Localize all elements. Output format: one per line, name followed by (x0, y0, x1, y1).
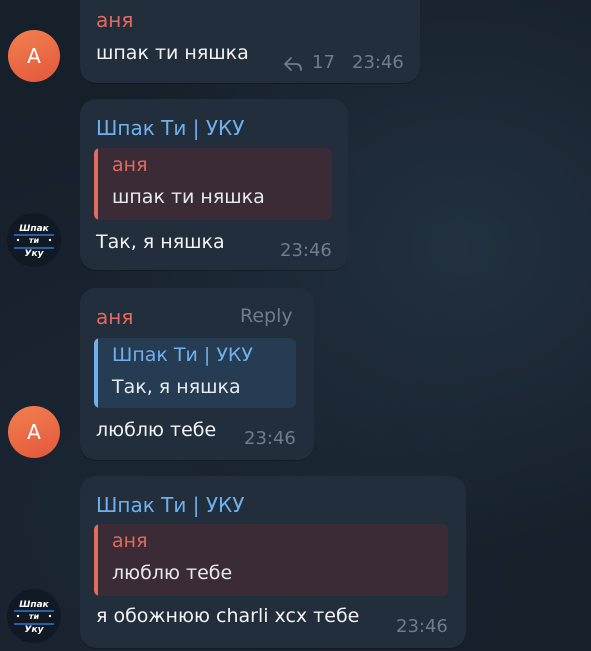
quote-author: аня (112, 530, 148, 552)
quote-author: аня (112, 154, 148, 176)
avatar-logo[interactable]: Шпак ти Уку (6, 588, 62, 644)
quote-text: шпак ти няшка (112, 186, 265, 208)
message-text: я обожнюю charli xcx тебе (96, 605, 360, 627)
logo-line-1: Шпак (19, 224, 49, 234)
logo-line-1: Шпак (19, 600, 49, 610)
message-sender-name[interactable]: Шпак Ти | УКУ (96, 116, 244, 140)
chat-history[interactable]: аня шпак ти няшка 17 23:46 A Шпак Ти | У… (0, 0, 591, 651)
reply-arrow-icon[interactable] (283, 56, 303, 72)
avatar-logo[interactable]: Шпак ти Уку (6, 212, 62, 268)
replies-count[interactable]: 17 (312, 52, 335, 73)
avatar[interactable]: A (8, 30, 60, 82)
message-time: 23:46 (244, 428, 296, 449)
message-sender-name[interactable]: аня (96, 305, 133, 329)
logo-line-2: ти (29, 236, 40, 245)
message-sender-name[interactable]: Шпак Ти | УКУ (96, 493, 244, 517)
avatar[interactable]: A (8, 406, 60, 458)
reply-button[interactable]: Reply (240, 305, 293, 327)
logo-line-2: ти (29, 612, 40, 621)
quote-bar (94, 338, 98, 408)
quoted-message[interactable]: Шпак Ти | УКУ Так, я няшка (94, 338, 296, 408)
message-text: шпак ти няшка (96, 42, 249, 64)
logo-line-3: Уку (25, 625, 45, 635)
quote-bar (94, 148, 98, 220)
quote-text: Так, я няшка (112, 376, 241, 398)
message-time: 23:46 (396, 616, 448, 637)
quote-bar (94, 524, 98, 596)
logo-line-3: Уку (25, 249, 45, 259)
message-text: люблю тебе (96, 419, 217, 441)
message-time: 23:46 (352, 52, 404, 73)
quote-text: люблю тебе (112, 562, 233, 584)
message-time: 23:46 (280, 240, 332, 261)
quoted-message[interactable]: аня шпак ти няшка (94, 148, 332, 220)
quoted-message[interactable]: аня люблю тебе (94, 524, 448, 596)
message-text: Так, я няшка (96, 231, 225, 253)
quote-author: Шпак Ти | УКУ (112, 344, 253, 366)
message-sender-name[interactable]: аня (96, 8, 133, 32)
